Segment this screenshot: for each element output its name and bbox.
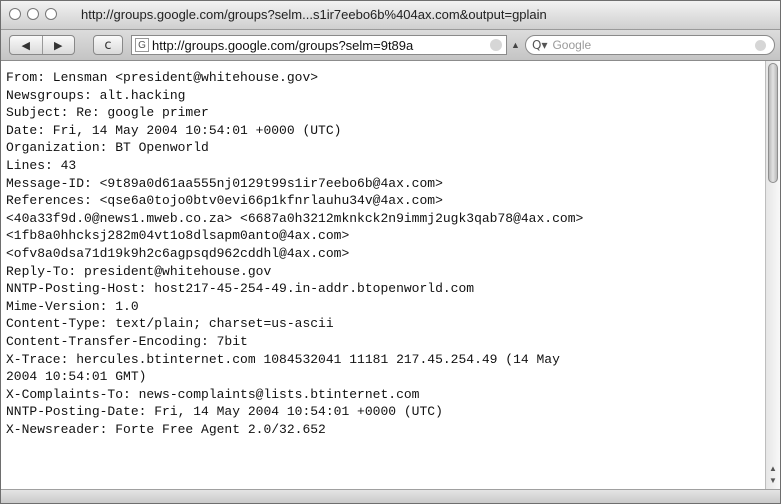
forward-button[interactable]: ▶ (41, 36, 75, 54)
window-title: http://groups.google.com/groups?selm...s… (81, 7, 547, 22)
header-line: <ofv8a0dsa71d19k9h2c6agpsqd962cddhl@4ax.… (6, 245, 350, 261)
header-line: <1fb8a0hhcksj282m04vt1o8dlsapm0anto@4ax.… (6, 228, 350, 244)
message-headers: From: Lensman <president@whitehouse.gov>… (1, 69, 765, 438)
minimize-window-icon[interactable] (27, 8, 39, 20)
header-line: Content-Type: text/plain; charset=us-asc… (6, 316, 334, 332)
header-line: X-Complaints-To: news-complaints@lists.b… (6, 386, 420, 402)
header-line: Content-Transfer-Encoding: 7bit (6, 333, 248, 349)
search-placeholder: Google (552, 38, 592, 52)
scroll-up-icon[interactable]: ▲ (769, 464, 777, 473)
back-forward-control: ◀ ▶ (9, 35, 75, 55)
address-text: http://groups.google.com/groups?selm=9t8… (152, 37, 414, 53)
header-line: Subject: Re: google primer (6, 105, 209, 121)
scrollbar-thumb[interactable] (768, 63, 778, 183)
browser-window: http://groups.google.com/groups?selm...s… (0, 0, 781, 504)
header-line: <40a33f9d.0@news1.mweb.co.za> <6687a0h32… (6, 210, 584, 226)
back-arrow-icon: ◀ (21, 39, 30, 52)
browser-toolbar: ◀ ▶ c G http://groups.google.com/groups?… (1, 30, 780, 61)
vertical-scrollbar[interactable]: ▲ ▼ (765, 61, 780, 489)
header-line: From: Lensman <president@whitehouse.gov> (6, 70, 319, 85)
header-line: References: <qse6a0tojo0btv0evi66p1kfnrl… (6, 193, 443, 209)
address-bar[interactable]: G http://groups.google.com/groups?selm=9… (131, 35, 507, 55)
header-line: X-Trace: hercules.btinternet.com 1084532… (6, 351, 560, 367)
address-history-dropdown-icon[interactable]: ▲ (511, 40, 520, 50)
scroll-down-icon[interactable]: ▼ (769, 476, 777, 485)
status-bar (1, 489, 780, 503)
search-field[interactable]: Q▾ Google (525, 35, 775, 55)
reload-button[interactable]: c (93, 35, 123, 55)
reload-icon: c (104, 37, 112, 53)
clear-search-icon[interactable] (755, 39, 766, 51)
header-line: Reply-To: president@whitehouse.gov (6, 263, 272, 279)
header-line: 2004 10:54:01 GMT) (6, 369, 147, 385)
forward-arrow-icon: ▶ (54, 39, 63, 52)
header-line: Mime-Version: 1.0 (6, 298, 139, 314)
header-line: Message-ID: <9t89a0d61aa555nj0129t99s1ir… (6, 175, 443, 191)
address-status-icon (490, 39, 502, 51)
zoom-window-icon[interactable] (45, 8, 57, 20)
google-favicon-icon: G (135, 38, 149, 52)
header-line: Newsgroups: alt.hacking (6, 87, 186, 103)
header-line: Lines: 43 (6, 157, 77, 173)
header-line: NNTP-Posting-Date: Fri, 14 May 2004 10:5… (6, 404, 443, 420)
header-line: Date: Fri, 14 May 2004 10:54:01 +0000 (U… (6, 122, 342, 138)
search-icon: Q▾ (532, 38, 548, 52)
header-line: X-Newsreader: Forte Free Agent 2.0/32.65… (6, 421, 326, 437)
header-line: NNTP-Posting-Host: host217-45-254-49.in-… (6, 281, 475, 297)
page-content: From: Lensman <president@whitehouse.gov>… (1, 61, 765, 489)
header-line: Organization: BT Openworld (6, 140, 209, 156)
back-button[interactable]: ◀ (10, 36, 42, 54)
close-window-icon[interactable] (9, 8, 21, 20)
title-bar: http://groups.google.com/groups?selm...s… (1, 1, 780, 30)
